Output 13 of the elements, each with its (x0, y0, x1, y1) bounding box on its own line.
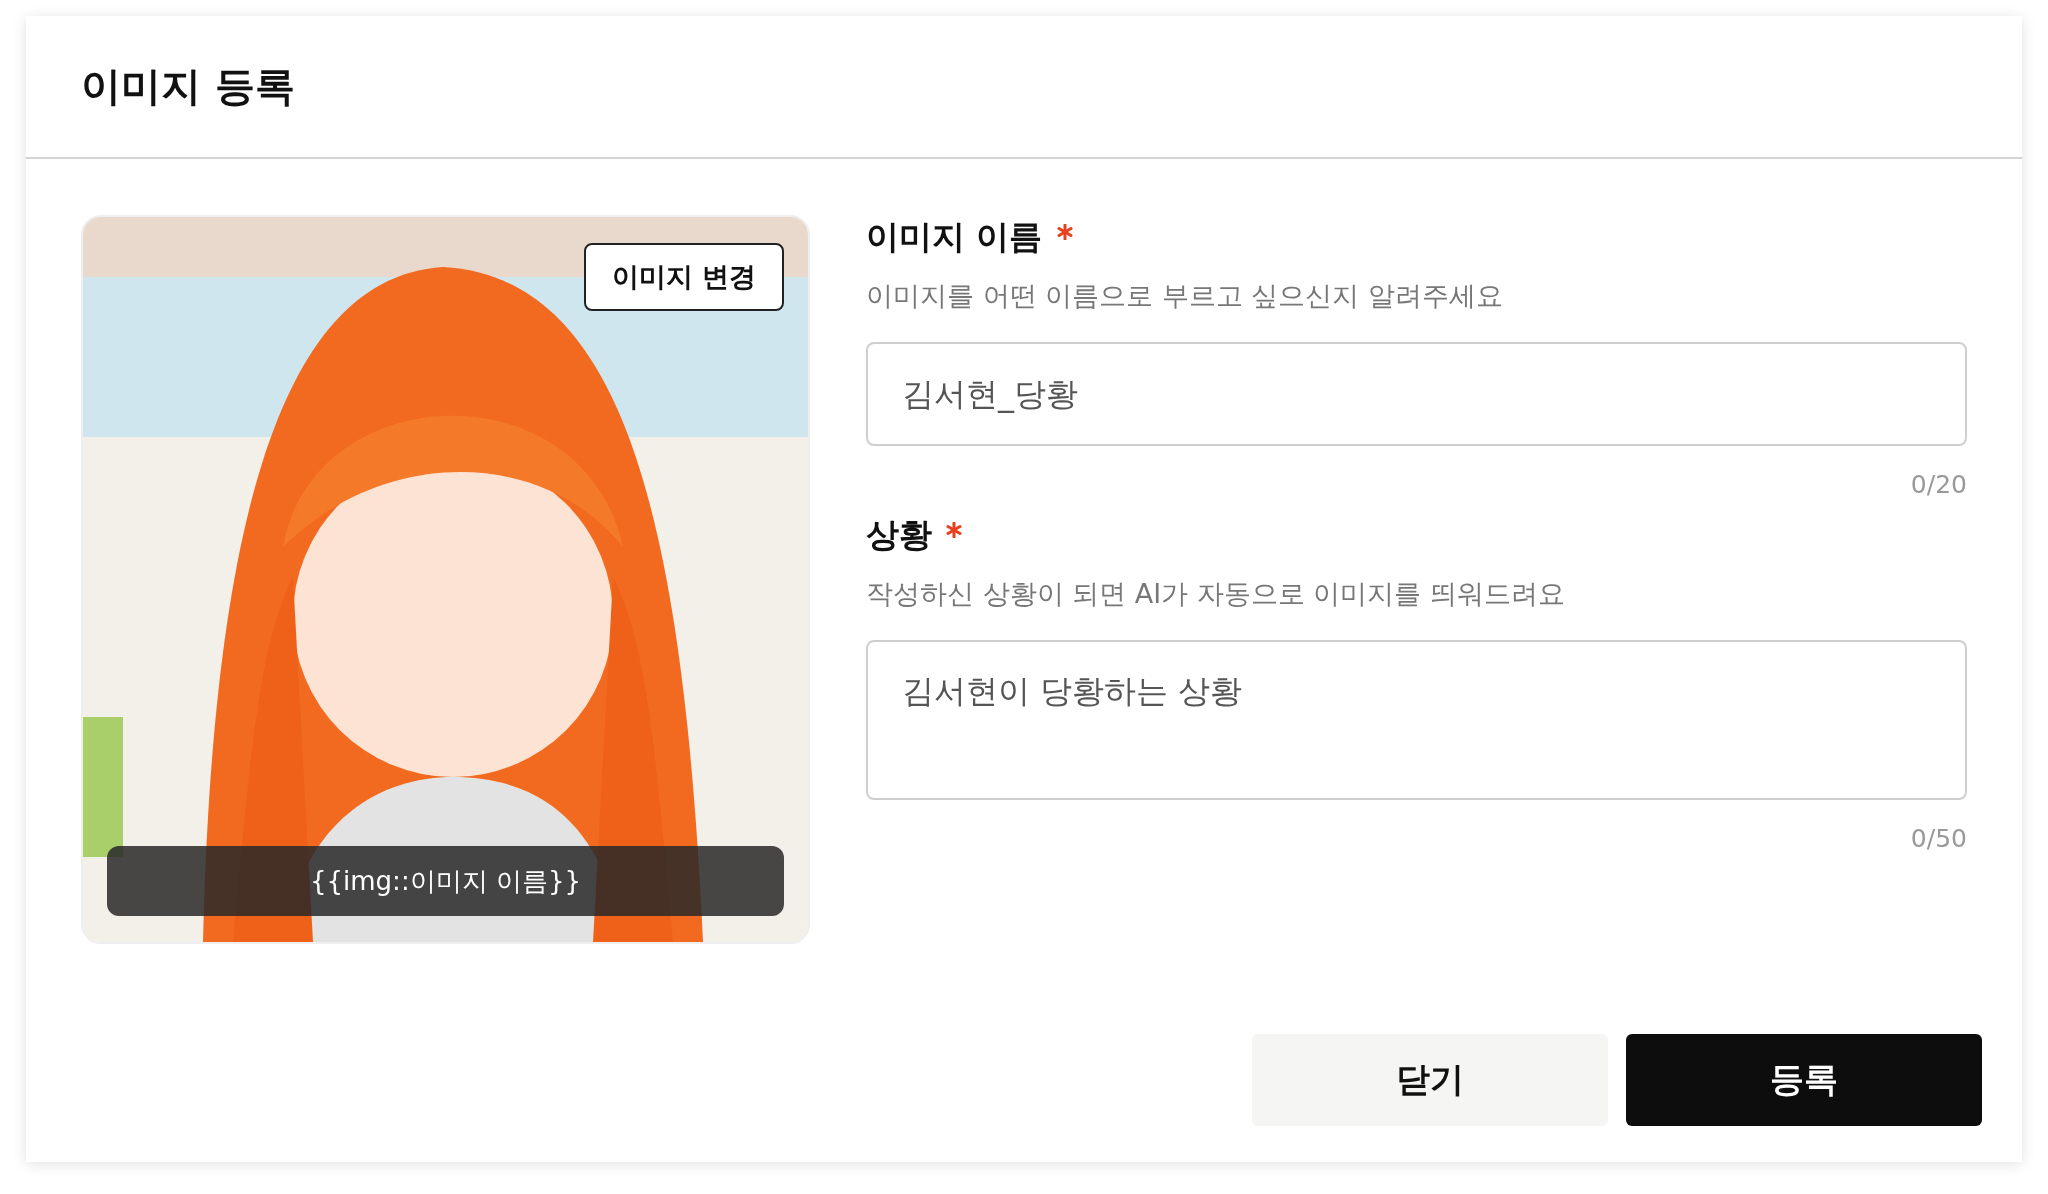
close-button[interactable]: 닫기 (1252, 1034, 1608, 1126)
field-hint: 이미지를 어떤 이름으로 부르고 싶으신지 알려주세요 (866, 279, 1504, 313)
field-label: 이미지 이름 (866, 216, 1043, 258)
image-caption: {{img::이미지 이름}} (107, 846, 784, 916)
character-counter: 0/20 (1910, 470, 1967, 499)
field-hint: 작성하신 상황이 되면 AI가 자동으로 이미지를 띄워드려요 (866, 577, 1566, 611)
character-counter: 0/50 (1910, 824, 1967, 853)
dialog-title: 이미지 등록 (81, 62, 295, 111)
change-image-button[interactable]: 이미지 변경 (583, 243, 784, 311)
name-field[interactable]: 김서현_당황 (866, 342, 1967, 446)
situation-field[interactable]: 김서현이 당황하는 상황 (866, 640, 1967, 800)
field-label: 상황 (866, 514, 932, 556)
register-button[interactable]: 등록 (1626, 1034, 1982, 1126)
